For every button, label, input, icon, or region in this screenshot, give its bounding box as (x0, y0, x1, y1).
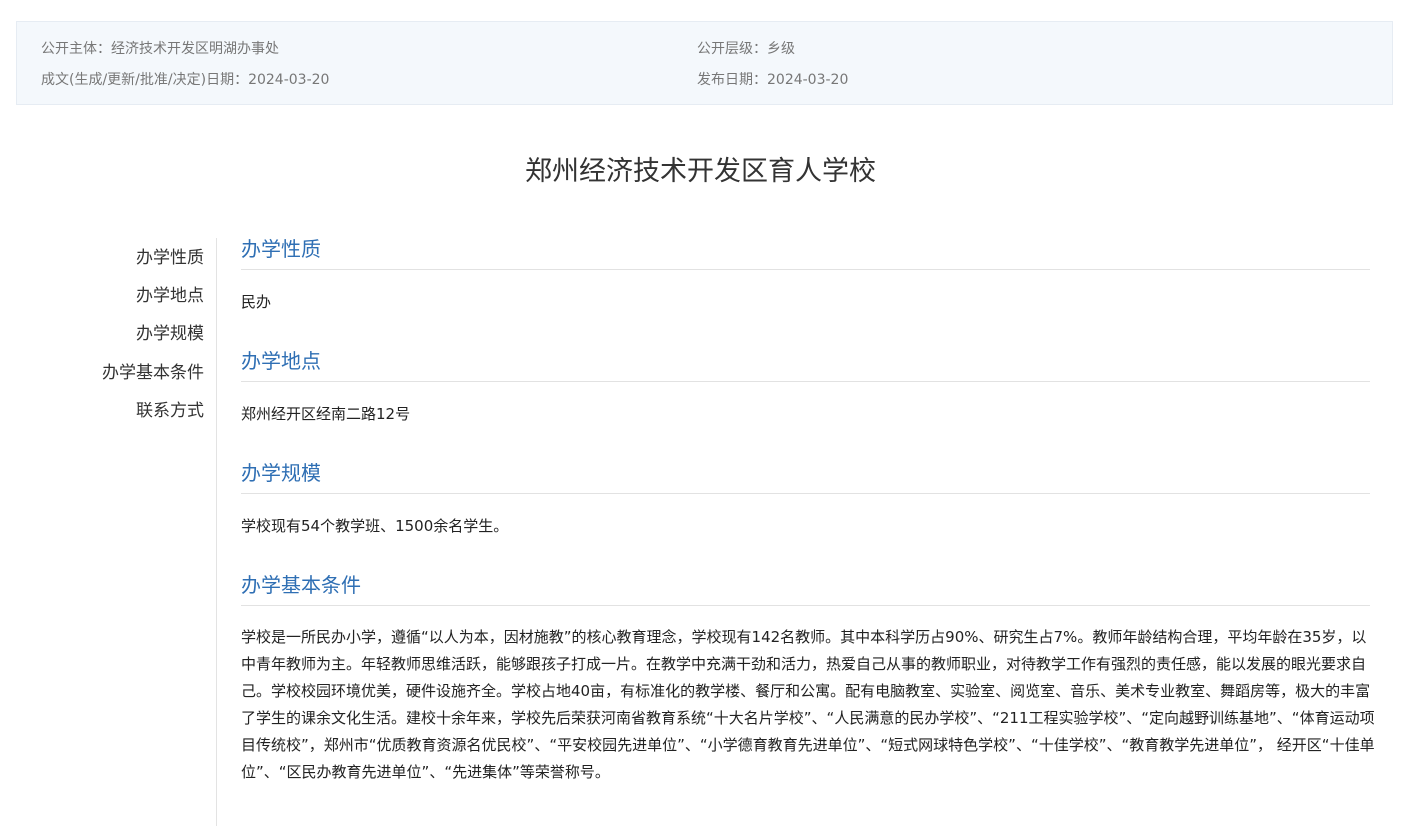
meta-publish-date-value: 2024-03-20 (767, 72, 849, 88)
section-body-school-scale: 学校现有54个教学班、1500余名学生。 (241, 517, 509, 535)
section-body-school-nature: 民办 (241, 293, 272, 311)
nav-divider (216, 238, 217, 826)
page-title: 郑州经济技术开发区育人学校 (525, 156, 876, 187)
section-body-school-location: 郑州经开区经南二路12号 (241, 405, 411, 423)
nav-item-school-scale[interactable]: 办学规模 (136, 322, 204, 346)
meta-level-label: 公开层级： (697, 41, 767, 57)
nav-item-school-nature[interactable]: 办学性质 (136, 246, 204, 270)
meta-written-date: 成文(生成/更新/批准/决定)日期：2024-03-20 (41, 71, 329, 89)
section-heading-school-scale: 办学规模 (241, 460, 1370, 494)
nav-item-school-location[interactable]: 办学地点 (136, 284, 204, 308)
section-heading-school-nature: 办学性质 (241, 236, 1370, 270)
section-heading-school-location: 办学地点 (241, 348, 1370, 382)
meta-publisher: 公开主体：经济技术开发区明湖办事处 (41, 40, 279, 58)
meta-level-value: 乡级 (767, 41, 795, 57)
meta-publisher-label: 公开主体： (41, 41, 111, 57)
meta-written-date-value: 2024-03-20 (248, 72, 330, 88)
section-heading-basic-conditions: 办学基本条件 (241, 572, 1370, 606)
nav-item-contact[interactable]: 联系方式 (136, 399, 204, 423)
meta-level: 公开层级：乡级 (697, 40, 795, 58)
document-meta-panel: 公开主体：经济技术开发区明湖办事处 公开层级：乡级 成文(生成/更新/批准/决定… (16, 21, 1393, 105)
section-body-basic-conditions: 学校是一所民办小学，遵循“以人为本，因材施教”的核心教育理念，学校现有142名教… (241, 628, 1375, 781)
meta-publish-date: 发布日期：2024-03-20 (697, 71, 848, 89)
meta-written-date-label: 成文(生成/更新/批准/决定)日期： (41, 72, 249, 88)
nav-item-basic-conditions[interactable]: 办学基本条件 (102, 361, 204, 385)
meta-publisher-value: 经济技术开发区明湖办事处 (111, 41, 279, 57)
meta-publish-date-label: 发布日期： (697, 72, 767, 88)
